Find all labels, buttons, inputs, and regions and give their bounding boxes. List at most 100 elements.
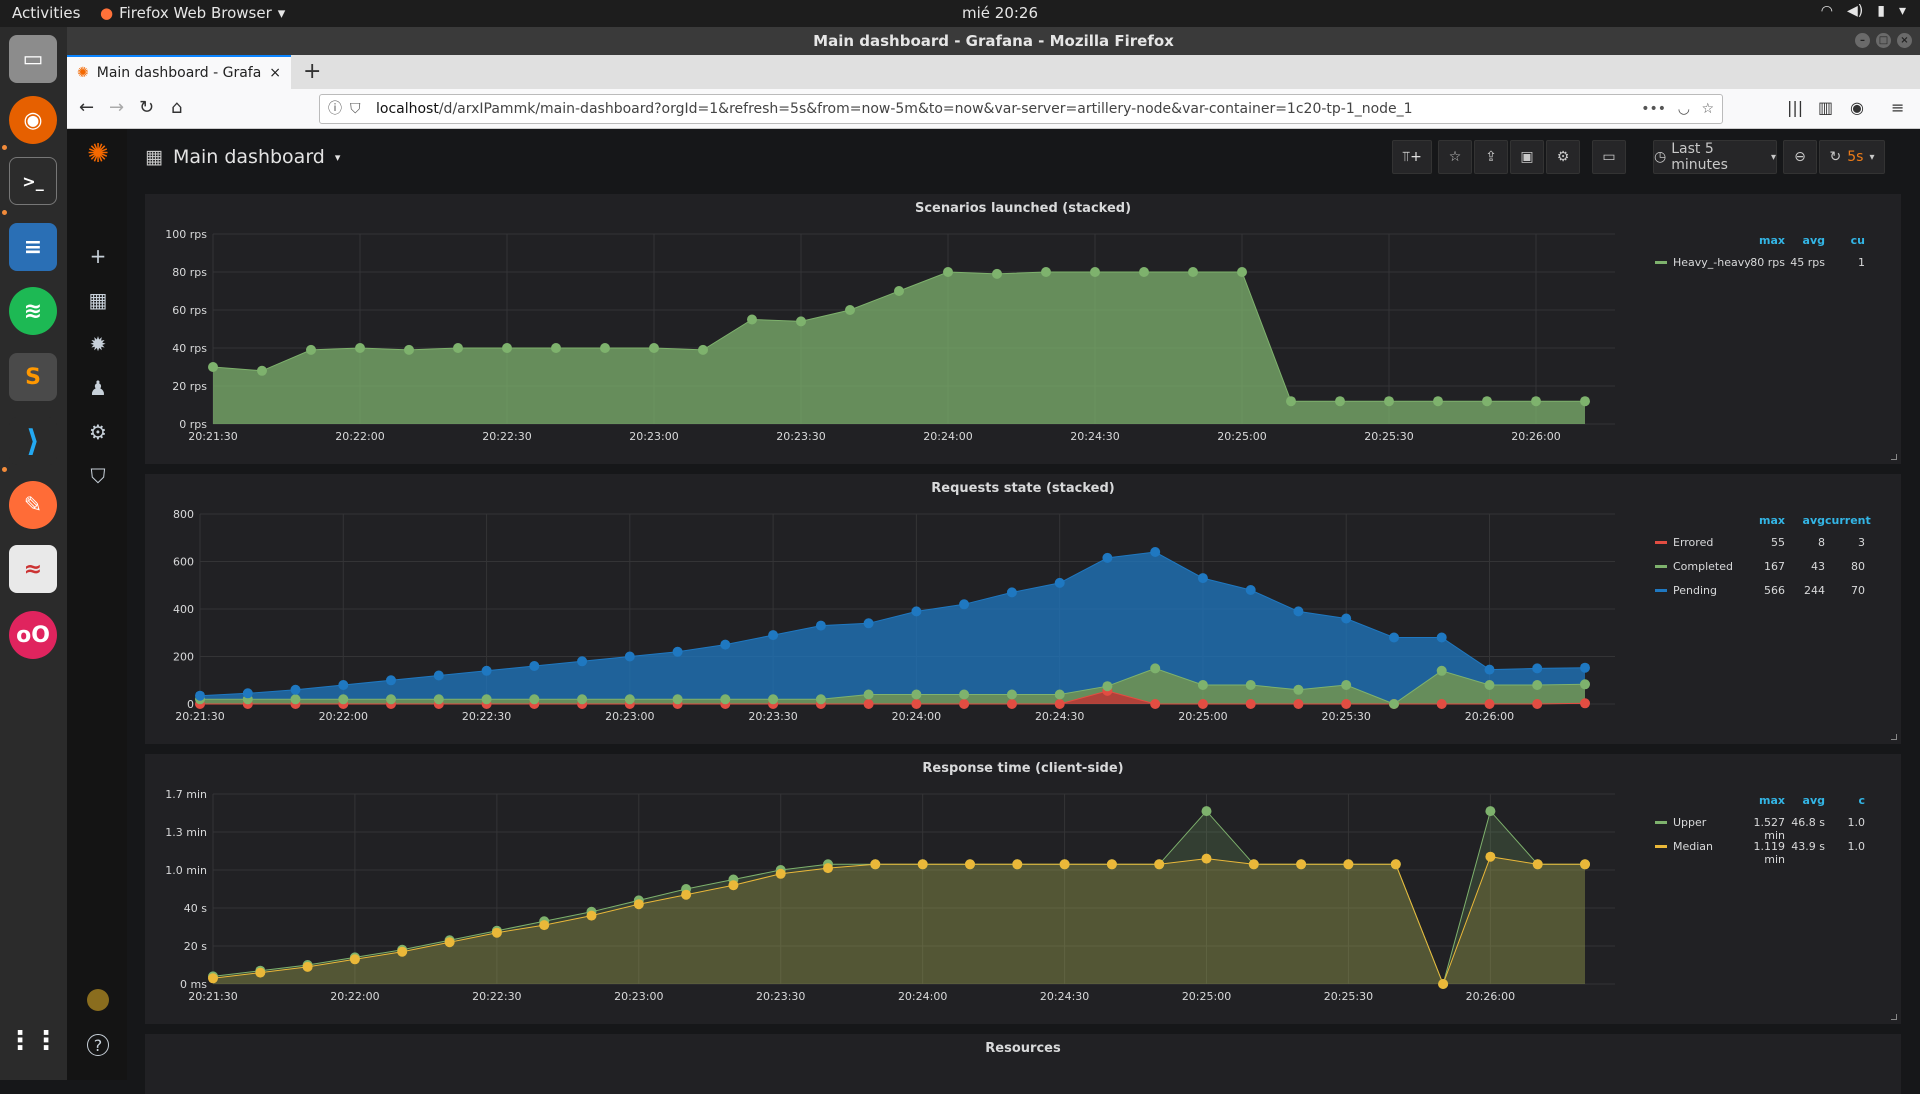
- account-icon[interactable]: ◉: [1850, 98, 1864, 117]
- legend-color-swatch[interactable]: [1655, 541, 1667, 544]
- alerting-bell-icon[interactable]: ♟: [87, 377, 109, 399]
- data-point[interactable]: [633, 899, 644, 910]
- data-point[interactable]: [1389, 632, 1399, 643]
- save-icon[interactable]: ▣: [1510, 140, 1544, 174]
- terminal-icon[interactable]: >_: [9, 157, 57, 205]
- library-icon[interactable]: |||: [1787, 98, 1803, 117]
- data-point[interactable]: [386, 675, 396, 686]
- back-icon[interactable]: ←: [79, 97, 94, 118]
- data-point[interactable]: [255, 967, 266, 978]
- legend-header[interactable]: avg: [1785, 514, 1825, 527]
- data-point[interactable]: [404, 344, 414, 355]
- data-point[interactable]: [1436, 699, 1447, 709]
- page-actions-icon[interactable]: •••: [1641, 95, 1666, 123]
- data-point[interactable]: [1341, 613, 1352, 624]
- legend-header[interactable]: max: [1745, 234, 1785, 247]
- legend-row[interactable]: Completed 167 43 80: [1645, 558, 1895, 580]
- pocket-icon[interactable]: ◡: [1678, 95, 1690, 123]
- data-point[interactable]: [491, 927, 502, 938]
- data-point[interactable]: [1237, 267, 1247, 277]
- data-point[interactable]: [1341, 680, 1352, 690]
- data-point[interactable]: [1106, 859, 1117, 870]
- data-point[interactable]: [349, 954, 360, 965]
- data-point[interactable]: [1245, 585, 1256, 595]
- legend-row[interactable]: Pending 566 244 70: [1645, 582, 1895, 604]
- star-icon[interactable]: ☆: [1438, 140, 1472, 174]
- data-point[interactable]: [992, 268, 1002, 279]
- data-point[interactable]: [1482, 396, 1492, 407]
- data-point[interactable]: [1012, 859, 1023, 870]
- legend-series-name[interactable]: Errored: [1673, 536, 1713, 549]
- reload-icon[interactable]: ↻: [139, 97, 154, 118]
- data-point[interactable]: [1335, 396, 1345, 407]
- data-point[interactable]: [747, 314, 757, 325]
- legend-header[interactable]: avg: [1785, 234, 1825, 247]
- panel-requests-state[interactable]: Requests state (stacked) 0 200 400 600 800 20…: [145, 474, 1901, 744]
- legend-row[interactable]: Upper 1.527 min 46.8 s 1.0: [1645, 814, 1895, 842]
- data-point[interactable]: [1580, 662, 1590, 673]
- show-applications-icon[interactable]: ⋮⋮: [7, 1017, 59, 1065]
- data-point[interactable]: [1245, 699, 1256, 709]
- data-point[interactable]: [1436, 665, 1447, 676]
- data-point[interactable]: [823, 863, 833, 874]
- data-point[interactable]: [775, 868, 786, 879]
- data-point[interactable]: [959, 599, 970, 610]
- data-point[interactable]: [965, 859, 975, 870]
- data-point[interactable]: [1532, 699, 1543, 709]
- data-point[interactable]: [1201, 806, 1212, 817]
- data-point[interactable]: [1433, 396, 1443, 407]
- minimize-icon[interactable]: –: [1855, 33, 1870, 48]
- data-point[interactable]: [728, 880, 739, 891]
- data-point[interactable]: [1484, 699, 1495, 709]
- data-point[interactable]: [1102, 681, 1113, 692]
- data-point[interactable]: [681, 889, 692, 900]
- vscode-icon[interactable]: ⟩: [9, 417, 57, 465]
- data-point[interactable]: [863, 699, 874, 709]
- data-point[interactable]: [1384, 396, 1394, 407]
- close-tab-icon[interactable]: ×: [269, 65, 281, 81]
- home-icon[interactable]: ⌂: [171, 97, 182, 118]
- info-icon[interactable]: ⓘ: [328, 95, 342, 123]
- panel-resize-handle[interactable]: [1891, 454, 1897, 460]
- data-point[interactable]: [959, 699, 970, 709]
- data-point[interactable]: [338, 694, 349, 705]
- data-point[interactable]: [815, 620, 826, 631]
- data-point[interactable]: [672, 694, 683, 705]
- dashboard-picker[interactable]: ▦ Main dashboard ▾: [145, 146, 340, 168]
- url-bar[interactable]: ⓘ ⛉ localhost/d/arxIPammk/main-dashboard…: [319, 94, 1723, 124]
- data-point[interactable]: [1580, 396, 1590, 407]
- explore-compass-icon[interactable]: ✹: [87, 333, 109, 355]
- firefox-icon[interactable]: ◉: [9, 96, 57, 144]
- data-point[interactable]: [1438, 979, 1449, 989]
- sidebar-icon[interactable]: ▥: [1818, 98, 1833, 117]
- data-point[interactable]: [870, 859, 881, 870]
- data-point[interactable]: [1293, 684, 1304, 695]
- postman-icon[interactable]: ✎: [9, 481, 57, 529]
- data-point[interactable]: [195, 690, 205, 701]
- app-menu[interactable]: ● Firefox Web Browser ▾: [100, 4, 285, 22]
- data-point[interactable]: [433, 670, 444, 681]
- data-point[interactable]: [1150, 663, 1161, 674]
- data-point[interactable]: [1532, 859, 1543, 870]
- data-point[interactable]: [444, 937, 455, 948]
- data-point[interactable]: [481, 665, 492, 676]
- legend-series-name[interactable]: Upper: [1673, 816, 1706, 829]
- new-tab-button[interactable]: +: [303, 59, 321, 84]
- data-point[interactable]: [720, 694, 731, 705]
- data-point[interactable]: [306, 344, 316, 355]
- tv-mode-icon[interactable]: ▭: [1592, 140, 1626, 174]
- data-point[interactable]: [1341, 699, 1352, 709]
- data-point[interactable]: [698, 344, 708, 355]
- refresh-picker[interactable]: ↻ 5s ▾: [1819, 140, 1885, 174]
- data-point[interactable]: [1201, 853, 1212, 864]
- data-point[interactable]: [577, 694, 588, 705]
- data-point[interactable]: [863, 689, 874, 700]
- legend-header[interactable]: avg: [1785, 794, 1825, 807]
- system-tray[interactable]: ◠ ◀) ▮ ▾: [1821, 3, 1906, 19]
- panel-response-time[interactable]: Response time (client-side) 0 ms 20 s 40 s…: [145, 754, 1901, 1024]
- data-point[interactable]: [1041, 267, 1051, 277]
- legend-header[interactable]: cu: [1825, 234, 1865, 247]
- data-point[interactable]: [1197, 680, 1208, 690]
- legend-series-name[interactable]: Heavy_-heavy: [1673, 256, 1751, 269]
- data-point[interactable]: [502, 343, 512, 353]
